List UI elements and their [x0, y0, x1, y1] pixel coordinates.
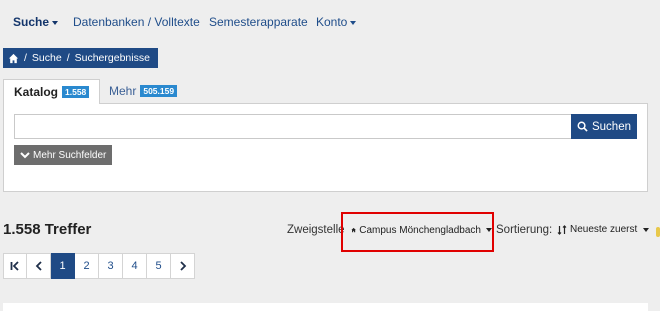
branch-label: Zweigstelle	[287, 224, 345, 236]
breadcrumb-separator: /	[24, 52, 27, 64]
tab-katalog[interactable]: Katalog 1.558	[3, 79, 101, 104]
more-search-fields-label: Mehr Suchfelder	[33, 149, 107, 161]
search-icon	[577, 121, 588, 132]
sort-icon	[557, 224, 567, 235]
tab-mehr[interactable]: Mehr 505.159	[99, 79, 187, 103]
home-icon[interactable]	[8, 53, 19, 64]
nav-suche[interactable]: Suche	[13, 15, 59, 29]
breadcrumb-separator: /	[66, 52, 70, 64]
breadcrumb: / Suche / Suchergebnisse	[3, 48, 158, 68]
previous-page-button[interactable]	[27, 253, 51, 279]
page-link-4[interactable]: 4	[123, 253, 147, 279]
nav-datenbanken[interactable]: Datenbanken / Volltexte	[73, 15, 200, 29]
nav-suche-label: Suche	[13, 15, 50, 29]
page-link-5[interactable]: 5	[147, 253, 171, 279]
more-search-fields-button[interactable]: Mehr Suchfelder	[14, 145, 113, 165]
caret-down-icon	[52, 20, 59, 25]
tab-katalog-label: Katalog	[14, 85, 59, 99]
next-page-icon	[179, 261, 186, 271]
chevron-down-icon	[20, 152, 30, 159]
edge-marker	[656, 227, 660, 237]
search-button[interactable]: Suchen	[571, 114, 637, 139]
search-input[interactable]	[14, 114, 572, 139]
first-page-icon	[10, 261, 19, 271]
search-button-label: Suchen	[591, 120, 631, 133]
nav-datenbanken-label: Datenbanken / Volltexte	[73, 15, 200, 29]
tab-mehr-count-badge: 505.159	[140, 84, 178, 98]
caret-down-icon	[643, 227, 650, 232]
first-page-button[interactable]	[3, 253, 27, 279]
search-panel: Suchen Mehr Suchfelder	[3, 103, 648, 192]
highlight-box	[341, 212, 494, 252]
tab-katalog-count-badge: 1.558	[62, 85, 90, 99]
page-link-2[interactable]: 2	[75, 253, 99, 279]
top-navigation: Suche Datenbanken / Volltexte Semesterap…	[0, 0, 660, 46]
breadcrumb-suchergebnisse: Suchergebnisse	[74, 52, 150, 64]
nav-konto[interactable]: Konto	[316, 15, 357, 29]
next-page-button[interactable]	[171, 253, 195, 279]
prev-page-icon	[35, 261, 42, 271]
results-list-top	[3, 303, 648, 311]
sort-dropdown-value: Neueste zuerst	[570, 224, 638, 235]
breadcrumb-suche[interactable]: Suche	[32, 52, 62, 64]
nav-semesterapparate-label: Semesterapparate	[209, 15, 308, 29]
sort-dropdown[interactable]: Neueste zuerst	[557, 224, 650, 235]
caret-down-icon	[350, 20, 357, 25]
page-link-1[interactable]: 1	[51, 253, 75, 279]
result-count: 1.558 Treffer	[3, 221, 92, 238]
pagination: 1 2 3 4 5	[3, 253, 195, 279]
nav-konto-label: Konto	[316, 15, 348, 29]
page-link-3[interactable]: 3	[99, 253, 123, 279]
nav-semesterapparate[interactable]: Semesterapparate	[209, 15, 308, 29]
tab-mehr-label: Mehr	[109, 84, 137, 98]
sort-label: Sortierung:	[496, 224, 553, 236]
